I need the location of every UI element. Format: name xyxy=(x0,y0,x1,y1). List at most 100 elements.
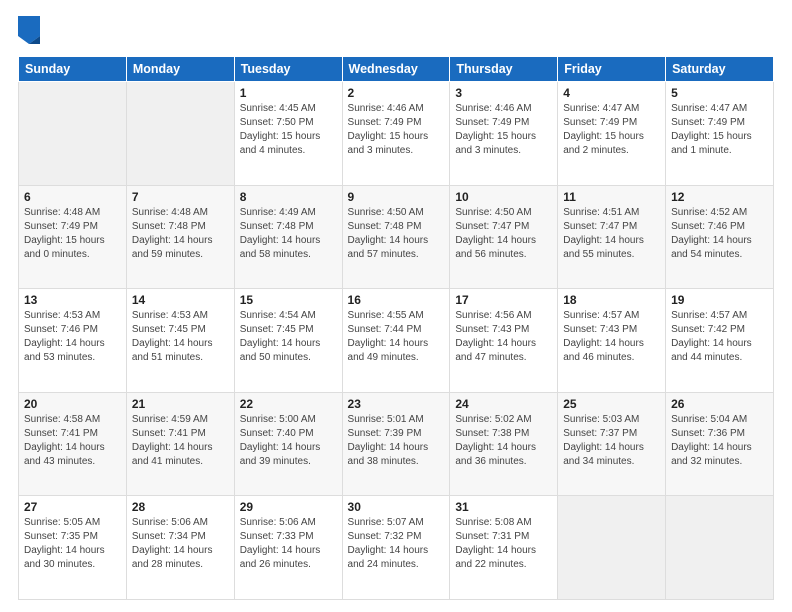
calendar-cell: 20 Sunrise: 4:58 AM Sunset: 7:41 PM Dayli… xyxy=(19,392,127,496)
calendar-body: 1 Sunrise: 4:45 AM Sunset: 7:50 PM Daylig… xyxy=(19,82,774,600)
calendar-cell: 26 Sunrise: 5:04 AM Sunset: 7:36 PM Dayli… xyxy=(666,392,774,496)
day-number: 8 xyxy=(240,190,337,204)
day-info: Sunrise: 4:45 AM Sunset: 7:50 PM Dayligh… xyxy=(240,102,337,158)
calendar-week: 27 Sunrise: 5:05 AM Sunset: 7:35 PM Dayli… xyxy=(19,496,774,600)
day-number: 19 xyxy=(671,293,768,307)
day-number: 6 xyxy=(24,190,121,204)
day-info: Sunrise: 5:01 AM Sunset: 7:39 PM Dayligh… xyxy=(348,413,445,469)
calendar-cell: 29Sunrise: 5:06 AM Sunset: 7:33 PM Dayli… xyxy=(234,496,342,600)
day-info: Sunrise: 4:49 AM Sunset: 7:48 PM Dayligh… xyxy=(240,206,337,262)
calendar-cell: 21 Sunrise: 4:59 AM Sunset: 7:41 PM Dayli… xyxy=(126,392,234,496)
day-number: 25 xyxy=(563,397,660,411)
day-number: 21 xyxy=(132,397,229,411)
calendar-cell: 10 Sunrise: 4:50 AM Sunset: 7:47 PM Dayli… xyxy=(450,185,558,289)
day-info: Sunrise: 4:47 AM Sunset: 7:49 PM Dayligh… xyxy=(671,102,768,158)
day-number: 16 xyxy=(348,293,445,307)
calendar-week: 20 Sunrise: 4:58 AM Sunset: 7:41 PM Dayli… xyxy=(19,392,774,496)
day-number: 23 xyxy=(348,397,445,411)
calendar-cell: 25Sunrise: 5:03 AM Sunset: 7:37 PM Dayli… xyxy=(558,392,666,496)
day-info: Sunrise: 4:57 AM Sunset: 7:43 PM Dayligh… xyxy=(563,309,660,365)
calendar-cell: 8 Sunrise: 4:49 AM Sunset: 7:48 PM Daylig… xyxy=(234,185,342,289)
day-number: 9 xyxy=(348,190,445,204)
day-number: 4 xyxy=(563,86,660,100)
calendar-cell xyxy=(19,82,127,186)
day-info: Sunrise: 4:48 AM Sunset: 7:49 PM Dayligh… xyxy=(24,206,121,262)
weekday-header: Sunday xyxy=(19,57,127,82)
calendar-cell: 5 Sunrise: 4:47 AM Sunset: 7:49 PM Daylig… xyxy=(666,82,774,186)
day-number: 24 xyxy=(455,397,552,411)
day-info: Sunrise: 5:06 AM Sunset: 7:33 PM Dayligh… xyxy=(240,516,337,572)
day-number: 3 xyxy=(455,86,552,100)
header xyxy=(18,18,774,46)
day-number: 10 xyxy=(455,190,552,204)
logo xyxy=(18,18,42,46)
day-number: 2 xyxy=(348,86,445,100)
calendar-cell: 14Sunrise: 4:53 AM Sunset: 7:45 PM Dayli… xyxy=(126,289,234,393)
weekday-row: SundayMondayTuesdayWednesdayThursdayFrid… xyxy=(19,57,774,82)
day-info: Sunrise: 4:58 AM Sunset: 7:41 PM Dayligh… xyxy=(24,413,121,469)
weekday-header: Wednesday xyxy=(342,57,450,82)
day-info: Sunrise: 4:50 AM Sunset: 7:47 PM Dayligh… xyxy=(455,206,552,262)
calendar-cell: 24 Sunrise: 5:02 AM Sunset: 7:38 PM Dayli… xyxy=(450,392,558,496)
day-number: 18 xyxy=(563,293,660,307)
day-info: Sunrise: 5:05 AM Sunset: 7:35 PM Dayligh… xyxy=(24,516,121,572)
calendar-cell: 18 Sunrise: 4:57 AM Sunset: 7:43 PM Dayli… xyxy=(558,289,666,393)
calendar-cell: 19 Sunrise: 4:57 AM Sunset: 7:42 PM Dayli… xyxy=(666,289,774,393)
logo-icon xyxy=(18,16,40,44)
day-number: 13 xyxy=(24,293,121,307)
day-number: 15 xyxy=(240,293,337,307)
calendar-cell xyxy=(666,496,774,600)
calendar-cell: 28 Sunrise: 5:06 AM Sunset: 7:34 PM Dayli… xyxy=(126,496,234,600)
weekday-header: Thursday xyxy=(450,57,558,82)
calendar-cell: 4 Sunrise: 4:47 AM Sunset: 7:49 PM Daylig… xyxy=(558,82,666,186)
day-info: Sunrise: 4:46 AM Sunset: 7:49 PM Dayligh… xyxy=(348,102,445,158)
day-number: 12 xyxy=(671,190,768,204)
day-info: Sunrise: 4:50 AM Sunset: 7:48 PM Dayligh… xyxy=(348,206,445,262)
day-number: 17 xyxy=(455,293,552,307)
day-info: Sunrise: 5:02 AM Sunset: 7:38 PM Dayligh… xyxy=(455,413,552,469)
day-number: 31 xyxy=(455,500,552,514)
calendar-cell: 22 Sunrise: 5:00 AM Sunset: 7:40 PM Dayli… xyxy=(234,392,342,496)
calendar-cell: 27 Sunrise: 5:05 AM Sunset: 7:35 PM Dayli… xyxy=(19,496,127,600)
day-info: Sunrise: 4:48 AM Sunset: 7:48 PM Dayligh… xyxy=(132,206,229,262)
day-number: 26 xyxy=(671,397,768,411)
calendar-cell: 12Sunrise: 4:52 AM Sunset: 7:46 PM Dayli… xyxy=(666,185,774,289)
day-number: 5 xyxy=(671,86,768,100)
calendar-cell: 7Sunrise: 4:48 AM Sunset: 7:48 PM Daylig… xyxy=(126,185,234,289)
day-info: Sunrise: 5:07 AM Sunset: 7:32 PM Dayligh… xyxy=(348,516,445,572)
day-info: Sunrise: 4:46 AM Sunset: 7:49 PM Dayligh… xyxy=(455,102,552,158)
day-number: 22 xyxy=(240,397,337,411)
weekday-header: Friday xyxy=(558,57,666,82)
calendar-cell: 30 Sunrise: 5:07 AM Sunset: 7:32 PM Dayli… xyxy=(342,496,450,600)
day-info: Sunrise: 4:57 AM Sunset: 7:42 PM Dayligh… xyxy=(671,309,768,365)
calendar-cell: 16Sunrise: 4:55 AM Sunset: 7:44 PM Dayli… xyxy=(342,289,450,393)
calendar-cell: 17 Sunrise: 4:56 AM Sunset: 7:43 PM Dayli… xyxy=(450,289,558,393)
calendar-cell: 15Sunrise: 4:54 AM Sunset: 7:45 PM Dayli… xyxy=(234,289,342,393)
day-number: 20 xyxy=(24,397,121,411)
page: SundayMondayTuesdayWednesdayThursdayFrid… xyxy=(0,0,792,612)
calendar-cell: 9 Sunrise: 4:50 AM Sunset: 7:48 PM Daylig… xyxy=(342,185,450,289)
day-number: 28 xyxy=(132,500,229,514)
day-number: 1 xyxy=(240,86,337,100)
day-info: Sunrise: 4:59 AM Sunset: 7:41 PM Dayligh… xyxy=(132,413,229,469)
day-number: 30 xyxy=(348,500,445,514)
weekday-header: Tuesday xyxy=(234,57,342,82)
day-info: Sunrise: 4:47 AM Sunset: 7:49 PM Dayligh… xyxy=(563,102,660,158)
day-info: Sunrise: 5:04 AM Sunset: 7:36 PM Dayligh… xyxy=(671,413,768,469)
calendar-cell: 2 Sunrise: 4:46 AM Sunset: 7:49 PM Daylig… xyxy=(342,82,450,186)
calendar-cell: 11Sunrise: 4:51 AM Sunset: 7:47 PM Dayli… xyxy=(558,185,666,289)
calendar: SundayMondayTuesdayWednesdayThursdayFrid… xyxy=(18,56,774,600)
day-info: Sunrise: 5:08 AM Sunset: 7:31 PM Dayligh… xyxy=(455,516,552,572)
day-info: Sunrise: 4:56 AM Sunset: 7:43 PM Dayligh… xyxy=(455,309,552,365)
day-info: Sunrise: 5:06 AM Sunset: 7:34 PM Dayligh… xyxy=(132,516,229,572)
calendar-week: 1 Sunrise: 4:45 AM Sunset: 7:50 PM Daylig… xyxy=(19,82,774,186)
day-number: 27 xyxy=(24,500,121,514)
calendar-week: 13 Sunrise: 4:53 AM Sunset: 7:46 PM Dayli… xyxy=(19,289,774,393)
calendar-cell: 31 Sunrise: 5:08 AM Sunset: 7:31 PM Dayli… xyxy=(450,496,558,600)
calendar-cell xyxy=(126,82,234,186)
calendar-cell: 13 Sunrise: 4:53 AM Sunset: 7:46 PM Dayli… xyxy=(19,289,127,393)
day-info: Sunrise: 5:00 AM Sunset: 7:40 PM Dayligh… xyxy=(240,413,337,469)
day-info: Sunrise: 4:53 AM Sunset: 7:46 PM Dayligh… xyxy=(24,309,121,365)
calendar-cell: 1 Sunrise: 4:45 AM Sunset: 7:50 PM Daylig… xyxy=(234,82,342,186)
calendar-cell: 3 Sunrise: 4:46 AM Sunset: 7:49 PM Daylig… xyxy=(450,82,558,186)
